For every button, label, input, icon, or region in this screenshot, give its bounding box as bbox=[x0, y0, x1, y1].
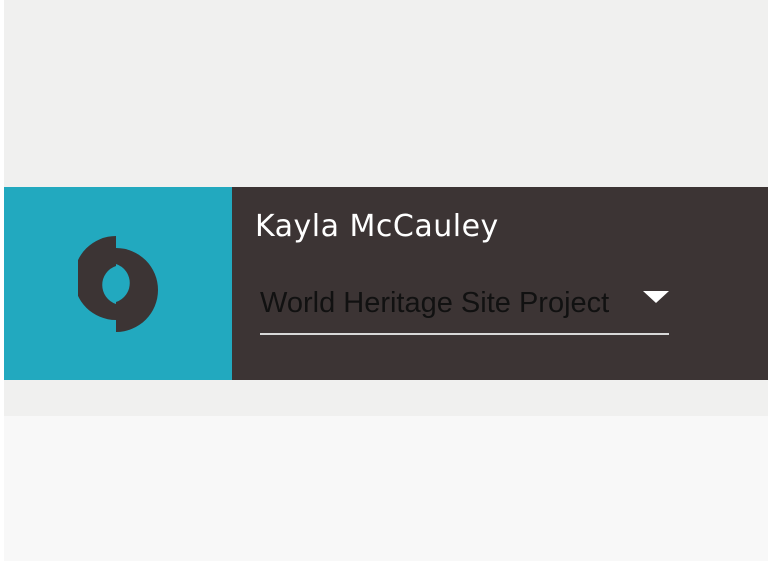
project-select-value: World Heritage Site Project bbox=[260, 287, 610, 319]
page: Kayla McCauley World Heritage Site Proje… bbox=[0, 0, 768, 561]
logo-left-half bbox=[78, 235, 116, 320]
project-select[interactable]: World Heritage Site Project bbox=[260, 283, 669, 335]
separator-strip bbox=[4, 380, 768, 416]
caret-down-icon[interactable] bbox=[643, 291, 669, 303]
logo-panel bbox=[4, 187, 232, 380]
bottom-area bbox=[4, 416, 768, 561]
user-name: Kayla McCauley bbox=[255, 209, 499, 244]
top-area bbox=[4, 0, 768, 187]
info-panel: Kayla McCauley World Heritage Site Proje… bbox=[232, 187, 768, 380]
split-circle-logo-icon bbox=[78, 235, 158, 332]
header-bar: Kayla McCauley World Heritage Site Proje… bbox=[4, 187, 768, 380]
logo-right-half bbox=[116, 247, 158, 332]
